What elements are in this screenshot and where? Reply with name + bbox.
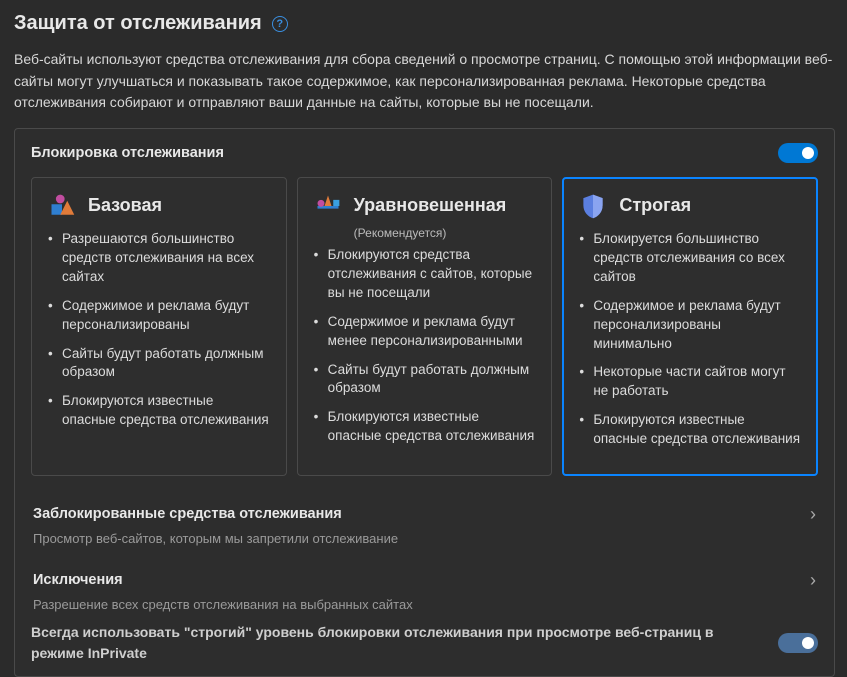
shield-icon bbox=[579, 192, 607, 220]
card-balanced-item: Блокируются известные опасные средства о… bbox=[314, 408, 536, 446]
blocked-trackers-title: Заблокированные средства отслеживания bbox=[33, 506, 342, 522]
blocked-trackers-link[interactable]: Заблокированные средства отслеживания › bbox=[31, 492, 818, 527]
card-basic-item: Сайты будут работать должным образом bbox=[48, 345, 270, 383]
card-balanced-item: Содержимое и реклама будут менее персона… bbox=[314, 313, 536, 351]
level-card-basic[interactable]: Базовая Разрешаются большинство средств … bbox=[31, 177, 287, 476]
recommended-label: (Рекомендуется) bbox=[354, 226, 536, 240]
always-strict-inprivate-toggle[interactable] bbox=[778, 633, 818, 653]
tracking-prevention-toggle[interactable] bbox=[778, 143, 818, 163]
card-title-strict: Строгая bbox=[619, 195, 691, 217]
chevron-right-icon: › bbox=[810, 504, 816, 525]
chevron-right-icon: › bbox=[810, 570, 816, 591]
level-card-balanced[interactable]: Уравновешенная (Рекомендуется) Блокируют… bbox=[297, 177, 553, 476]
exceptions-title: Исключения bbox=[33, 572, 123, 588]
card-basic-item: Блокируются известные опасные средства о… bbox=[48, 392, 270, 430]
card-balanced-item: Блокируются средства отслеживания с сайт… bbox=[314, 246, 536, 303]
card-title-basic: Базовая bbox=[88, 195, 162, 217]
exceptions-link[interactable]: Исключения › bbox=[31, 556, 818, 593]
card-title-balanced: Уравновешенная bbox=[354, 195, 507, 217]
tracking-prevention-panel: Блокировка отслеживания Базовая Разрешаю… bbox=[14, 128, 835, 677]
card-basic-item: Разрешаются большинство средств отслежив… bbox=[48, 230, 270, 287]
basic-shapes-icon bbox=[48, 192, 76, 220]
exceptions-sub: Разрешение всех средств отслеживания на … bbox=[33, 597, 816, 612]
always-strict-inprivate-label: Всегда использовать "строгий" уровень бл… bbox=[31, 622, 721, 664]
card-strict-item: Блокируются известные опасные средства о… bbox=[579, 411, 801, 449]
card-balanced-item: Сайты будут работать должным образом bbox=[314, 361, 536, 399]
card-basic-item: Содержимое и реклама будут персонализиро… bbox=[48, 297, 270, 335]
intro-text: Веб-сайты используют средства отслеживан… bbox=[14, 49, 835, 114]
card-strict-item: Блокируется большинство средств отслежив… bbox=[579, 230, 801, 287]
level-card-strict[interactable]: Строгая Блокируется большинство средств … bbox=[562, 177, 818, 476]
page-title: Защита от отслеживания bbox=[14, 12, 262, 35]
balance-scale-icon bbox=[314, 192, 342, 220]
panel-title: Блокировка отслеживания bbox=[31, 145, 224, 161]
card-strict-item: Некоторые части сайтов могут не работать bbox=[579, 363, 801, 401]
card-strict-item: Содержимое и реклама будут персонализиро… bbox=[579, 297, 801, 354]
blocked-trackers-sub: Просмотр веб-сайтов, которым мы запретил… bbox=[33, 531, 816, 546]
help-icon[interactable]: ? bbox=[272, 16, 288, 32]
